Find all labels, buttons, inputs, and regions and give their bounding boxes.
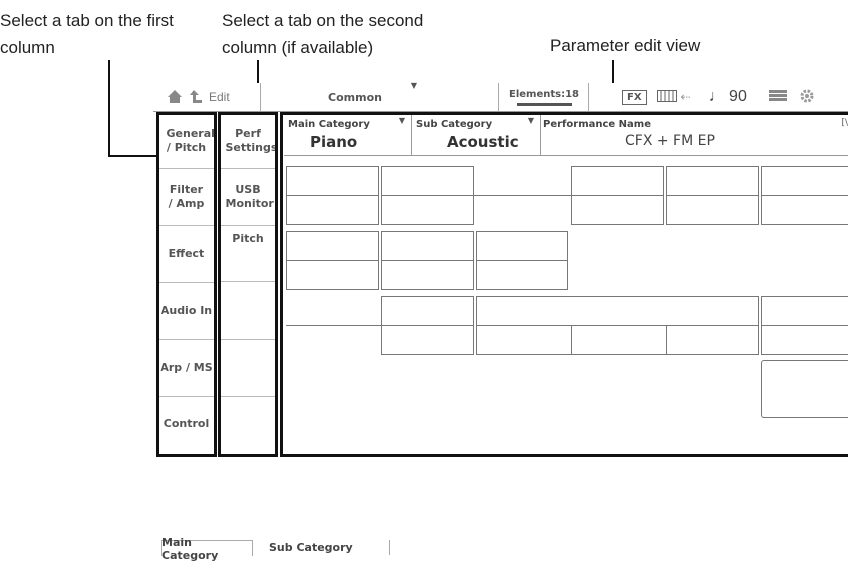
annotation-second-column: Select a tab on the second column (if av… xyxy=(222,7,432,61)
chevron-down-icon: ▼ xyxy=(398,116,405,125)
param-divider xyxy=(381,195,571,196)
param-divider-vertical xyxy=(571,325,572,354)
tempo-display[interactable]: ♩ 90 xyxy=(709,88,747,106)
elements-indicator[interactable]: Elements:18 xyxy=(498,83,589,111)
annotation-first-column-text: Select a tab on the first column xyxy=(0,11,174,57)
sub-category-field[interactable]: Sub Category ▼ Acoustic xyxy=(412,115,541,156)
part-selector-label: Common xyxy=(328,90,382,104)
param-divider xyxy=(761,195,848,196)
main-category-field[interactable]: Main Category ▼ Piano xyxy=(284,115,412,156)
usb-icon: ⇠ xyxy=(680,90,691,104)
edit-label: Edit xyxy=(209,90,230,104)
gear-icon[interactable] xyxy=(799,88,815,107)
annotation-edit-view: Parameter edit view xyxy=(550,35,700,57)
status-area: FX ⇠ ♩ 90 xyxy=(588,83,848,111)
bottom-tab-label: Main Category xyxy=(162,535,219,562)
main-category-value: Piano xyxy=(310,133,358,151)
bottom-tab-sub-category[interactable]: Sub Category xyxy=(252,540,390,555)
top-bar: Edit Common ▼ Elements:18 FX ⇠ ♩ 90 xyxy=(153,81,848,112)
performance-name-field[interactable]: Performance Name [\ CFX + FM EP xyxy=(541,115,848,156)
param-divider xyxy=(381,260,474,261)
home-icon[interactable] xyxy=(167,89,183,108)
first-column-highlight xyxy=(156,112,217,457)
param-divider xyxy=(286,260,379,261)
param-divider xyxy=(666,195,759,196)
bottom-tab-main-category[interactable]: Main Category xyxy=(161,536,253,562)
edit-view: Main Category ▼ Piano Sub Category ▼ Aco… xyxy=(284,115,848,449)
param-divider xyxy=(286,195,379,196)
fx-button[interactable]: FX xyxy=(622,89,647,105)
performance-name-marker: [\ xyxy=(841,118,848,128)
bottom-tab-label: Sub Category xyxy=(269,541,353,554)
callout-line-first-vertical xyxy=(108,60,110,156)
performance-name-title: Performance Name xyxy=(543,119,651,130)
param-divider xyxy=(381,325,474,326)
param-divider xyxy=(761,325,848,326)
sub-category-value: Acoustic xyxy=(447,133,519,151)
param-divider xyxy=(476,325,759,326)
sub-category-title: Sub Category xyxy=(416,119,493,130)
chevron-down-icon: ▼ xyxy=(410,81,417,90)
keyboard-icon xyxy=(656,89,677,105)
main-category-title: Main Category xyxy=(288,119,370,130)
param-divider xyxy=(571,195,664,196)
elements-label: Elements:18 xyxy=(508,88,579,100)
annotation-first-column: Select a tab on the first column xyxy=(0,7,185,61)
annotation-second-column-text: Select a tab on the second column (if av… xyxy=(222,11,424,57)
elements-bar xyxy=(516,102,572,106)
param-box[interactable] xyxy=(761,360,848,418)
back-arrow-icon[interactable] xyxy=(189,89,203,108)
param-divider xyxy=(286,325,381,326)
fx-label: FX xyxy=(627,91,642,103)
callout-line-first-horizontal xyxy=(108,155,158,157)
param-divider-vertical xyxy=(666,325,667,354)
annotation-edit-view-text: Parameter edit view xyxy=(550,36,701,55)
screen: Edit Common ▼ Elements:18 FX ⇠ ♩ 90 Gene… xyxy=(153,81,848,562)
performance-name-value: CFX + FM EP xyxy=(625,133,715,149)
menu-icon[interactable] xyxy=(768,89,787,105)
second-column-highlight xyxy=(218,112,278,457)
param-divider xyxy=(476,260,568,261)
part-selector[interactable]: Common ▼ xyxy=(260,81,420,111)
chevron-down-icon: ▼ xyxy=(527,116,534,125)
